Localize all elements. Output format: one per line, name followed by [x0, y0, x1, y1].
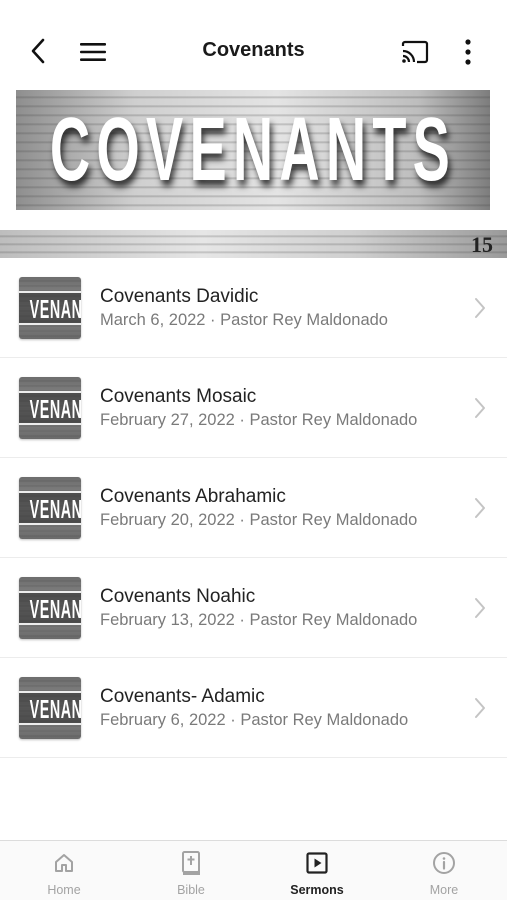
series-banner-image: COVENANTS 15	[0, 84, 507, 258]
chevron-right-icon	[470, 394, 490, 422]
sermon-date-speaker: February 6, 2022 · Pastor Rey Maldonado	[100, 711, 409, 729]
thumbnail-text: VENANT	[29, 394, 81, 424]
chevron-right-icon	[470, 594, 490, 622]
chevron-left-icon	[31, 38, 45, 64]
banner-title: COVENANTS	[49, 99, 457, 200]
sermon-list-item[interactable]: VENANT Covenants Abrahamic February 20, …	[0, 458, 507, 558]
tab-label: Home	[47, 883, 81, 897]
thumbnail-text: VENANT	[29, 694, 81, 724]
page-title: Covenants	[202, 39, 305, 61]
sermon-thumbnail: VENANT	[19, 677, 81, 739]
sermon-title: Covenants Noahic	[100, 586, 256, 607]
thumbnail-text: VENANT	[29, 594, 81, 624]
tab-label: More	[429, 883, 459, 897]
sermon-thumbnail: VENANT	[19, 577, 81, 639]
back-button[interactable]	[24, 36, 52, 66]
tab-label: Sermons	[290, 883, 344, 897]
sermon-thumbnail: VENANT	[19, 277, 81, 339]
bottom-tab-bar: Home Bible Sermons More	[0, 840, 507, 900]
sermon-date-speaker: February 13, 2022 · Pastor Rey Maldonado	[100, 611, 418, 629]
more-options-button[interactable]	[456, 36, 480, 68]
cast-icon	[401, 40, 429, 64]
sermon-thumbnail: VENANT	[19, 477, 81, 539]
sermon-list: VENANT Covenants Davidic March 6, 2022 ·…	[0, 258, 507, 758]
home-icon	[14, 849, 114, 877]
bible-icon	[141, 849, 241, 877]
sermon-list-item[interactable]: VENANT Covenants Noahic February 13, 202…	[0, 558, 507, 658]
banner-page-number: 15	[471, 232, 493, 257]
sermon-list-item[interactable]: VENANT Covenants Mosaic February 27, 202…	[0, 358, 507, 458]
tab-sermons[interactable]: Sermons	[267, 849, 367, 899]
chevron-right-icon	[470, 294, 490, 322]
sermon-title: Covenants- Adamic	[100, 686, 265, 707]
sermon-date-speaker: March 6, 2022 · Pastor Rey Maldonado	[100, 311, 388, 329]
chevron-right-icon	[470, 694, 490, 722]
sermon-date-speaker: February 20, 2022 · Pastor Rey Maldonado	[100, 511, 418, 529]
tab-bible[interactable]: Bible	[141, 849, 241, 899]
play-square-icon	[267, 849, 367, 877]
vertical-dots-icon	[465, 39, 471, 65]
top-navigation-bar: Covenants	[0, 0, 507, 84]
bible-page-strip	[0, 230, 507, 258]
sermon-date-speaker: February 27, 2022 · Pastor Rey Maldonado	[100, 411, 418, 429]
tab-more[interactable]: More	[394, 849, 494, 899]
sermon-title: Covenants Davidic	[100, 286, 259, 307]
thumbnail-text: VENANT	[29, 294, 81, 324]
hamburger-menu-icon	[80, 43, 106, 61]
info-circle-icon	[394, 849, 494, 877]
chevron-right-icon	[470, 494, 490, 522]
sermon-title: Covenants Abrahamic	[100, 486, 286, 507]
sermon-title: Covenants Mosaic	[100, 386, 257, 407]
sermon-thumbnail: VENANT	[19, 377, 81, 439]
sermon-list-item[interactable]: VENANT Covenants Davidic March 6, 2022 ·…	[0, 258, 507, 358]
menu-button[interactable]	[78, 38, 108, 66]
tab-home[interactable]: Home	[14, 849, 114, 899]
sermon-list-item[interactable]: VENANT Covenants- Adamic February 6, 202…	[0, 658, 507, 758]
thumbnail-text: VENANT	[29, 494, 81, 524]
cast-button[interactable]	[398, 36, 432, 68]
tab-label: Bible	[177, 883, 205, 897]
